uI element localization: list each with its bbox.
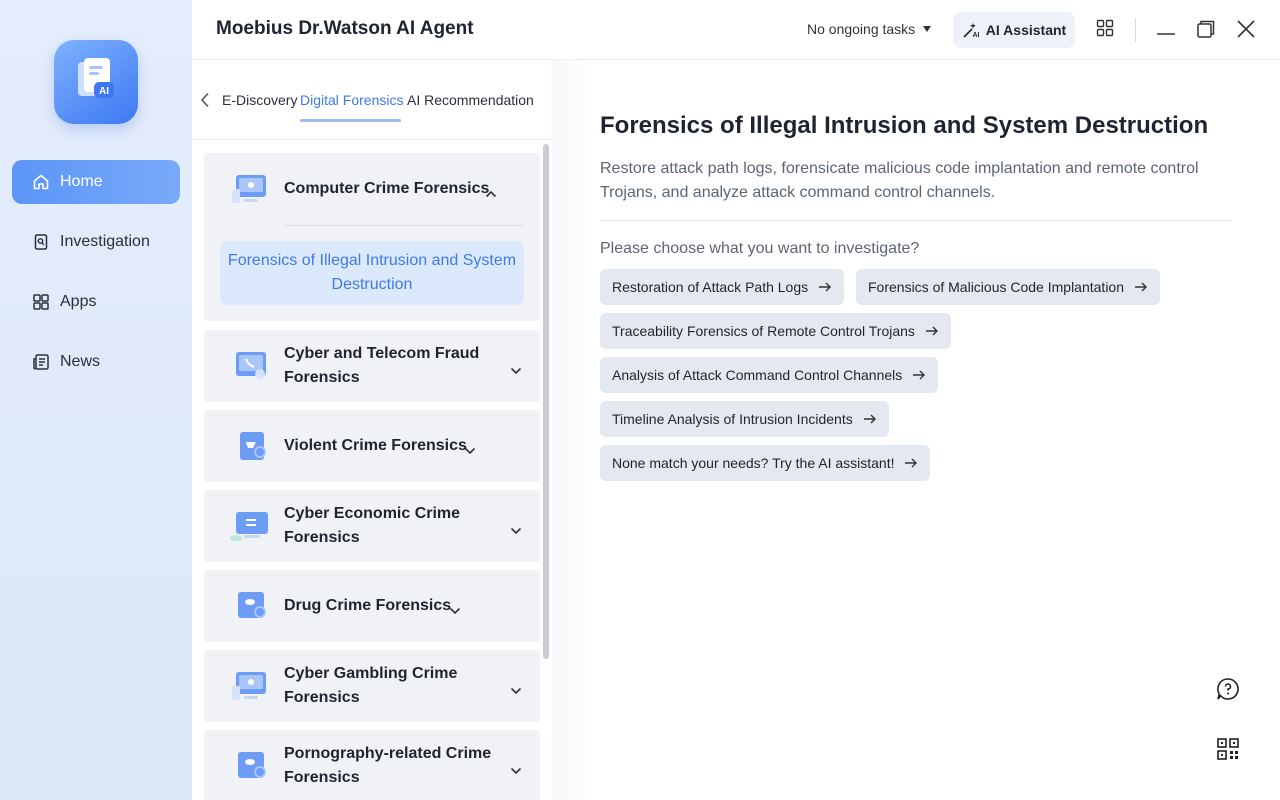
option-label: Forensics of Malicious Code Implantation [868,279,1125,295]
option-label: Restoration of Attack Path Logs [612,279,809,295]
arrow-right-icon [925,326,939,336]
ai-assistant-button[interactable]: AI AI Assistant [953,12,1075,48]
title-bar: Moebius Dr.Watson AI Agent No ongoing ta… [192,0,1280,60]
computer-crime-icon [230,171,270,207]
category-violent-crime[interactable]: Violent Crime Forensics [204,410,540,482]
toolbar-divider [1135,18,1136,42]
detail-description: Restore attack path logs, forensicate ma… [600,160,1199,201]
nav-home[interactable]: Home [12,160,180,204]
caret-down-icon [923,26,932,32]
help-chat-icon[interactable] [1216,677,1240,706]
chevron-down-icon [449,602,461,615]
category-drug-crime[interactable]: Drug Crime Forensics [204,570,540,642]
category-gambling-crime[interactable]: Cyber Gambling Crime Forensics [204,650,540,722]
drug-crime-icon [230,588,270,624]
svg-text:AI: AI [99,86,109,97]
active-tab-indicator [300,119,401,122]
ai-wand-icon: AI [963,23,979,39]
arrow-right-icon [818,282,832,292]
arrow-right-icon [912,370,926,380]
tab-bar: E-Discovery Digital Forensics AI Recomme… [192,60,552,140]
option-try-ai-assistant[interactable]: None match your needs? Try the AI assist… [600,445,931,481]
investigate-prompt: Please choose what you want to investiga… [600,240,920,257]
investigation-icon [32,233,50,251]
nav-investigation-label: Investigation [60,233,150,250]
tab-e-discovery[interactable]: E-Discovery [222,92,297,108]
arrow-right-icon [904,458,918,468]
chevron-down-icon [510,522,522,535]
card-divider [284,225,524,226]
nav-apps-label: Apps [60,293,97,310]
nav-apps[interactable]: Apps [12,280,180,324]
nav-home-label: Home [60,173,103,190]
tab-ai-recommendation[interactable]: AI Recommendation [407,92,534,108]
category-pornography-crime[interactable]: Pornography-related Crime Forensics [204,730,540,800]
violent-crime-icon [230,428,270,464]
grid-menu-icon[interactable] [1096,19,1114,42]
option-label: Analysis of Attack Command Control Chann… [612,367,903,383]
chevron-down-icon [464,442,476,455]
category-panel: E-Discovery Digital Forensics AI Recomme… [192,60,552,800]
option-label: None match your needs? Try the AI assist… [612,455,895,471]
arrow-right-icon [1134,282,1148,292]
chevron-down-icon [510,362,522,375]
category-title: Pornography-related Crime Forensics [284,745,492,786]
news-icon [32,353,50,371]
category-computer-crime[interactable]: Computer Crime Forensics Forensics of Il… [204,153,540,321]
option-timeline-analysis[interactable]: Timeline Analysis of Intrusion Incidents [600,401,889,437]
category-economic-crime[interactable]: Cyber Economic Crime Forensics [204,490,540,562]
category-title: Cyber Economic Crime Forensics [284,505,461,546]
gambling-crime-icon [230,668,270,704]
option-remote-control-trojans[interactable]: Traceability Forensics of Remote Control… [600,313,951,349]
app-logo: AI [54,40,138,124]
nav-news[interactable]: News [12,340,180,384]
qr-code-icon[interactable] [1216,737,1240,766]
tab-digital-forensics[interactable]: Digital Forensics [300,92,403,108]
back-chevron-icon[interactable] [200,92,210,113]
close-icon[interactable] [1236,19,1256,44]
option-label: Timeline Analysis of Intrusion Incidents [612,411,853,427]
nav-investigation[interactable]: Investigation [12,220,180,264]
category-title: Cyber Gambling Crime Forensics [284,665,458,706]
chevron-up-icon [485,185,497,198]
option-attack-path-logs[interactable]: Restoration of Attack Path Logs [600,269,845,305]
option-command-control-channels[interactable]: Analysis of Attack Command Control Chann… [600,357,939,393]
pornography-crime-icon [230,748,270,784]
option-malicious-code[interactable]: Forensics of Malicious Code Implantation [856,269,1161,305]
nav-news-label: News [60,353,101,370]
svg-text:AI: AI [972,32,979,39]
subcategory-illegal-intrusion[interactable]: Forensics of Illegal Intrusion and Syste… [220,241,524,305]
category-scrollbar[interactable] [543,144,549,659]
detail-divider [600,220,1232,221]
tasks-label: No ongoing tasks [807,21,916,37]
economic-crime-icon [230,508,270,544]
chevron-down-icon [510,682,522,695]
home-icon [32,173,50,191]
category-title: Violent Crime Forensics [284,437,467,454]
chevron-down-icon [510,762,522,775]
option-label: Traceability Forensics of Remote Control… [612,323,915,339]
apps-icon [32,293,50,311]
arrow-right-icon [863,414,877,424]
detail-title: Forensics of Illegal Intrusion and Syste… [600,112,1209,139]
app-title: Moebius Dr.Watson AI Agent [216,18,474,39]
restore-icon[interactable] [1196,19,1216,44]
category-title: Drug Crime Forensics [284,597,452,614]
minimize-icon[interactable] [1156,19,1176,44]
category-title: Computer Crime Forensics [284,180,490,197]
left-sidebar: AI Home Investigation Apps News [0,0,192,800]
telecom-fraud-icon [230,348,270,384]
tasks-dropdown[interactable]: No ongoing tasks [807,21,932,37]
detail-panel: Forensics of Illegal Intrusion and Syste… [552,60,1280,800]
category-title: Cyber and Telecom Fraud Forensics [284,345,480,386]
category-telecom-fraud[interactable]: Cyber and Telecom Fraud Forensics [204,330,540,402]
ai-assistant-label: AI Assistant [985,22,1067,38]
